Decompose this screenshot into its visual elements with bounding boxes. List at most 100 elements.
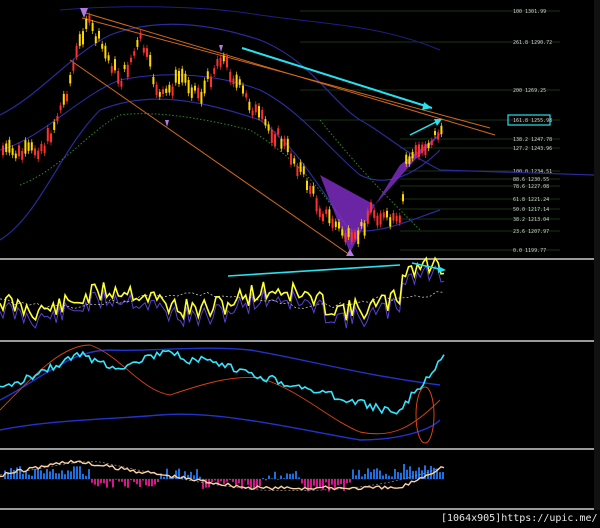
candle-body — [392, 212, 395, 221]
candle-body — [5, 143, 8, 152]
histogram-bar — [319, 479, 321, 488]
histogram-bar — [439, 472, 441, 479]
candle-body — [184, 73, 187, 83]
histogram-bar — [301, 479, 303, 484]
candle-body — [254, 104, 257, 113]
candle-body — [248, 101, 251, 111]
candle-body — [158, 92, 161, 97]
histogram-bar — [106, 479, 108, 488]
candle-body — [434, 130, 436, 135]
right-scale-strip — [594, 0, 600, 510]
candle-body — [101, 43, 104, 49]
histogram-bar — [238, 479, 240, 484]
candle-body — [91, 23, 94, 31]
fib-label: 138.2 1247.78 — [513, 137, 552, 143]
histogram-bar — [40, 470, 42, 479]
candle-body — [155, 84, 158, 96]
candle-body — [62, 93, 65, 105]
histogram-bar — [34, 468, 36, 479]
histogram-bar — [52, 469, 54, 479]
histogram-bar — [340, 479, 342, 485]
candle-body — [395, 215, 398, 222]
candle-body — [37, 150, 40, 160]
histogram-bar — [355, 475, 357, 479]
fib-label: 61.8 1221.24 — [513, 197, 549, 203]
histogram-bar — [79, 466, 81, 479]
candle-body — [8, 139, 11, 153]
candle-body — [306, 180, 308, 191]
histogram-bar — [385, 473, 387, 479]
histogram-bar — [388, 475, 390, 479]
histogram-bar — [409, 466, 411, 479]
histogram-bar — [103, 479, 105, 484]
candle-body — [222, 55, 225, 62]
candle-body — [315, 198, 318, 212]
histogram-bar — [430, 465, 432, 479]
candle-body — [69, 74, 72, 84]
fib-label: 38.2 1213.04 — [513, 217, 549, 223]
histogram-bar — [76, 466, 78, 479]
histogram-bar — [352, 469, 354, 479]
histogram-bar — [130, 479, 132, 481]
candle-body — [11, 148, 14, 156]
histogram-bar — [322, 479, 324, 490]
fib-label: 161.8 1255.98 — [513, 118, 552, 124]
histogram-bar — [364, 473, 366, 479]
candle-body — [168, 84, 171, 93]
candle-body — [88, 15, 91, 23]
candle-body — [258, 106, 260, 118]
candle-body — [50, 133, 52, 143]
candle-body — [66, 93, 68, 102]
candle-body — [344, 233, 347, 243]
fib-label: 127.2 1243.96 — [513, 146, 552, 152]
candle-body — [421, 144, 424, 153]
trading-chart: 100 1301.99 261.8 1290.72 200 1269.25 161.8… — [0, 0, 600, 528]
candle-body — [203, 80, 206, 94]
histogram-bar — [286, 473, 288, 479]
candle-body — [75, 45, 78, 58]
candle-body — [424, 144, 427, 155]
candle-body — [242, 85, 244, 94]
histogram-bar — [349, 479, 351, 483]
candle-body — [408, 156, 411, 164]
histogram-bar — [412, 471, 414, 479]
histogram-bar — [289, 473, 291, 479]
candle-body — [133, 51, 136, 56]
panel-separator — [0, 448, 600, 450]
histogram-bar — [163, 476, 165, 479]
histogram-bar — [373, 469, 375, 479]
candle-body — [110, 66, 113, 73]
histogram-bar — [226, 479, 228, 482]
candle-body — [430, 140, 433, 146]
candle-body — [296, 166, 299, 177]
candle-body — [264, 119, 267, 126]
candle-body — [418, 144, 420, 158]
histogram-bar — [88, 469, 90, 479]
histogram-bar — [295, 471, 297, 479]
candle-body — [123, 64, 126, 70]
histogram-bar — [214, 479, 216, 481]
candle-body — [437, 132, 440, 140]
candle-body — [232, 78, 235, 85]
candle-body — [30, 142, 33, 151]
candle-body — [370, 202, 372, 213]
histogram-bar — [271, 478, 273, 479]
histogram-bar — [151, 479, 153, 487]
fib-label: 261.8 1290.72 — [513, 40, 552, 46]
candle-body — [206, 71, 209, 79]
histogram-bar — [142, 479, 144, 481]
candle-body — [136, 39, 139, 47]
histogram-bar — [124, 479, 126, 487]
histogram-bar — [403, 464, 405, 479]
histogram-bar — [133, 479, 135, 482]
candle-body — [405, 154, 408, 164]
histogram-bar — [148, 479, 150, 487]
candle-body — [270, 129, 273, 143]
histogram-bar — [82, 473, 84, 479]
candle-body — [357, 230, 360, 245]
histogram-bar — [166, 468, 168, 479]
histogram-bar — [112, 479, 114, 488]
histogram-bar — [58, 473, 60, 479]
candle-body — [251, 110, 254, 116]
histogram-bar — [229, 479, 231, 481]
